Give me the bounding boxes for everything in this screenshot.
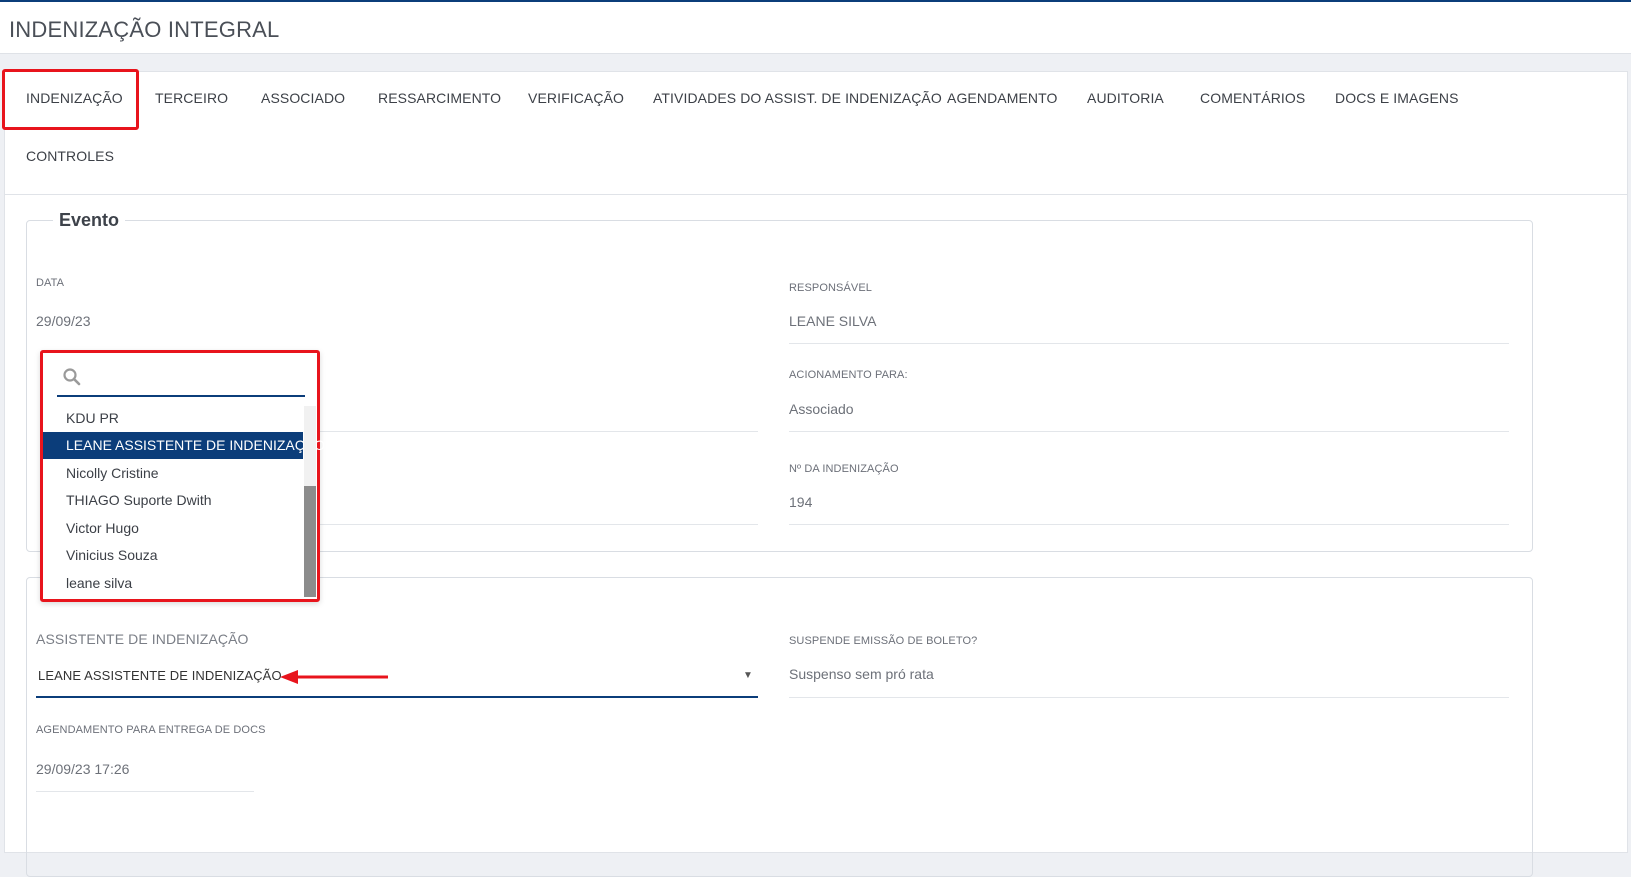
section-title-evento: Evento [59, 210, 120, 230]
assistente-selected-value: LEANE ASSISTENTE DE INDENIZAÇÃO [38, 668, 282, 683]
left-field-underline-2 [320, 524, 758, 525]
tab-atividades[interactable]: ATIVIDADES DO ASSIST. DE INDENIZAÇÃO [653, 90, 942, 106]
numero-value: 194 [789, 494, 813, 510]
acionamento-label: ACIONAMENTO PARA: [789, 369, 908, 381]
dropdown-option[interactable]: THIAGO Suporte Dwith [43, 487, 303, 514]
arrow-left-annotation [280, 670, 388, 684]
dropdown-option-list: KDU PR LEANE ASSISTENTE DE INDENIZAÇÃO N… [43, 405, 325, 599]
tab-auditoria[interactable]: AUDITORIA [1087, 90, 1164, 106]
tab-terceiro[interactable]: TERCEIRO [155, 90, 228, 106]
dropdown-option-selected[interactable]: LEANE ASSISTENTE DE INDENIZAÇÃO [43, 432, 325, 459]
dropdown-option[interactable]: leane silva [43, 570, 303, 597]
dropdown-option[interactable]: Vinicius Souza [43, 542, 303, 569]
dropdown-scrollbar-thumb[interactable] [304, 486, 316, 597]
agendamento-underline [36, 791, 254, 792]
suspende-underline [789, 697, 1509, 698]
chevron-down-icon[interactable]: ▼ [743, 670, 753, 681]
assistente-select-underline [36, 696, 758, 698]
tab-bar: INDENIZAÇÃO TERCEIRO ASSOCIADO RESSARCIM… [2, 69, 1627, 195]
assistente-label: ASSISTENTE DE INDENIZAÇÃO [36, 631, 249, 647]
dropdown-search [57, 363, 305, 397]
dropdown-option[interactable]: Victor Hugo [43, 515, 303, 542]
tab-agendamento[interactable]: AGENDAMENTO [947, 90, 1058, 106]
agendamento-value: 29/09/23 17:26 [36, 761, 130, 777]
responsavel-value: LEANE SILVA [789, 313, 877, 329]
tab-verificacao[interactable]: VERIFICAÇÃO [528, 90, 624, 106]
tab-highlight-box [2, 69, 139, 130]
tab-comentarios[interactable]: COMENTÁRIOS [1200, 90, 1305, 106]
suspende-value: Suspenso sem pró rata [789, 666, 934, 682]
assistente-select[interactable]: LEANE ASSISTENTE DE INDENIZAÇÃO ▼ [36, 660, 758, 698]
data-label: DATA [36, 277, 65, 289]
data-value: 29/09/23 [36, 313, 91, 329]
tab-docs-imagens[interactable]: DOCS E IMAGENS [1335, 90, 1459, 106]
agendamento-label: AGENDAMENTO PARA ENTREGA DE DOCS [36, 724, 266, 736]
page-title: INDENIZAÇÃO INTEGRAL [9, 17, 280, 42]
tab-controles[interactable]: CONTROLES [26, 148, 114, 164]
assistente-dropdown: KDU PR LEANE ASSISTENTE DE INDENIZAÇÃO N… [40, 350, 325, 602]
tab-ressarcimento[interactable]: RESSARCIMENTO [378, 90, 501, 106]
title-bar: INDENIZAÇÃO INTEGRAL [0, 2, 1631, 54]
dropdown-option[interactable]: Nicolly Cristine [43, 460, 303, 487]
tab-associado[interactable]: ASSOCIADO [261, 90, 345, 106]
responsavel-label: RESPONSÁVEL [789, 282, 873, 294]
left-field-underline [320, 431, 758, 432]
suspende-label: SUSPENDE EMISSÃO DE BOLETO? [789, 635, 978, 647]
numero-underline [789, 524, 1509, 525]
dropdown-option[interactable]: KDU PR [43, 405, 303, 432]
numero-label: Nº DA INDENIZAÇÃO [789, 463, 899, 475]
search-icon [63, 368, 81, 386]
acionamento-value: Associado [789, 401, 854, 417]
acionamento-underline [789, 431, 1509, 432]
responsavel-underline [789, 343, 1509, 344]
dropdown-search-input[interactable] [89, 367, 303, 391]
